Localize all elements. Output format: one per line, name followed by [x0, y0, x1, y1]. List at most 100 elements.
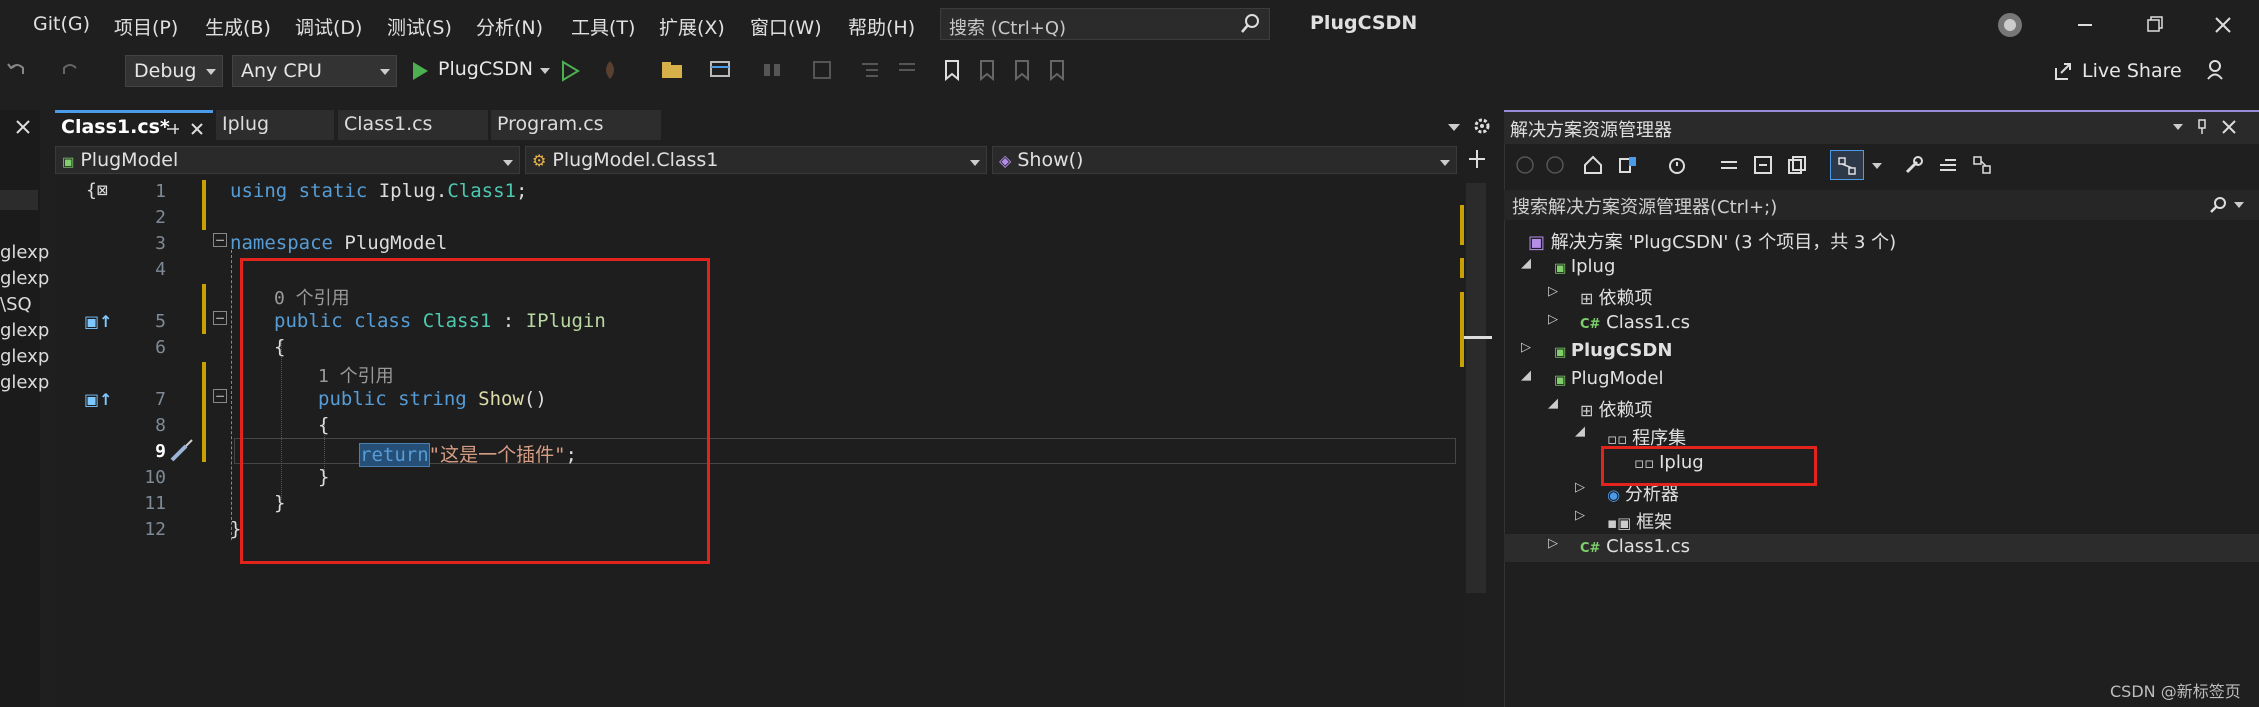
- menu-git[interactable]: Git(G): [33, 13, 90, 35]
- collapse-all-icon[interactable]: [1752, 154, 1774, 176]
- tree-file-class1[interactable]: C# Class1.cs: [1580, 536, 1690, 557]
- expanded-triangle-icon[interactable]: ◢: [1575, 424, 1585, 439]
- tree-project-plugmodel[interactable]: ▣ PlugModel: [1554, 368, 1664, 389]
- run-dropdown-icon[interactable]: [540, 68, 550, 74]
- prev-bookmark-icon[interactable]: [975, 58, 999, 82]
- menu-test[interactable]: 测试(S): [387, 13, 452, 40]
- tab-class1-cs[interactable]: Class1.cs: [338, 110, 488, 140]
- close-icon[interactable]: [14, 118, 32, 136]
- start-without-debug-icon[interactable]: [560, 60, 580, 82]
- class-diagram-icon[interactable]: [1971, 154, 1993, 176]
- feedback-icon[interactable]: [2205, 58, 2229, 82]
- menu-analyze[interactable]: 分析(N): [476, 13, 543, 40]
- menu-extensions[interactable]: 扩展(X): [659, 13, 725, 40]
- collapse-icon[interactable]: −: [213, 233, 227, 248]
- expanded-triangle-icon[interactable]: ◢: [1521, 256, 1531, 271]
- gear-icon[interactable]: [1472, 116, 1492, 136]
- left-panel-item[interactable]: glexp: [0, 372, 49, 393]
- hot-reload-icon[interactable]: [598, 58, 622, 82]
- account-avatar-icon[interactable]: [1995, 10, 2025, 40]
- uncomment-icon[interactable]: [895, 58, 919, 82]
- left-panel-item[interactable]: glexp: [0, 242, 49, 263]
- menu-help[interactable]: 帮助(H): [848, 13, 915, 40]
- close-tab-icon[interactable]: [189, 121, 205, 137]
- tab-label: Class1.cs: [344, 113, 433, 135]
- pin-icon[interactable]: [165, 121, 181, 137]
- preview-icon[interactable]: [1937, 154, 1959, 176]
- split-editor-icon[interactable]: [1466, 148, 1488, 170]
- home-icon[interactable]: [1582, 154, 1604, 176]
- close-panel-icon[interactable]: [2220, 118, 2238, 136]
- folder-icon[interactable]: [660, 58, 684, 82]
- expanded-triangle-icon[interactable]: ◢: [1521, 368, 1531, 383]
- chevron-down-icon[interactable]: [1872, 163, 1882, 169]
- menu-build[interactable]: 生成(B): [205, 13, 271, 40]
- back-icon[interactable]: [1515, 155, 1535, 175]
- comment-icon[interactable]: [858, 58, 882, 82]
- global-search-box[interactable]: 搜索 (Ctrl+Q): [940, 8, 1270, 40]
- tree-project-plugcsdn[interactable]: ▣ PlugCSDN: [1554, 340, 1672, 361]
- editor-vertical-scrollbar[interactable]: [1466, 183, 1486, 593]
- run-target-label[interactable]: PlugCSDN: [438, 58, 533, 80]
- pin-icon[interactable]: [2194, 118, 2210, 136]
- menu-window[interactable]: 窗口(W): [750, 13, 822, 40]
- collapse-icon[interactable]: −: [213, 311, 227, 326]
- solution-search-box[interactable]: 搜索解决方案资源管理器(Ctrl+;): [1504, 190, 2259, 220]
- switch-views-icon[interactable]: [1617, 154, 1639, 176]
- quick-action-screwdriver-icon[interactable]: [168, 438, 196, 464]
- menu-project[interactable]: 项目(P): [114, 13, 178, 40]
- tree-file-class1[interactable]: C# Class1.cs: [1580, 312, 1690, 333]
- redo-icon[interactable]: [58, 58, 82, 82]
- minimize-icon[interactable]: [2070, 10, 2100, 40]
- bookmark-icon[interactable]: [940, 58, 964, 82]
- collapsed-triangle-icon[interactable]: ▷: [1548, 312, 1558, 327]
- member-navigation-dropdown[interactable]: ◈ Show(): [992, 146, 1457, 174]
- platform-select[interactable]: Any CPU: [232, 55, 397, 87]
- panel-menu-icon[interactable]: [2173, 124, 2183, 130]
- layout-icon[interactable]: [708, 58, 732, 82]
- chevron-down-icon[interactable]: [2234, 202, 2244, 208]
- align-icon[interactable]: [760, 58, 784, 82]
- collapsed-triangle-icon[interactable]: ▷: [1575, 480, 1585, 495]
- project-navigation-dropdown[interactable]: ▣ PlugModel: [55, 146, 520, 174]
- collapsed-triangle-icon[interactable]: ▷: [1521, 340, 1531, 355]
- left-panel-item[interactable]: \SQ: [0, 294, 32, 315]
- undo-icon[interactable]: [5, 58, 29, 82]
- next-bookmark-icon[interactable]: [1010, 58, 1034, 82]
- left-panel-item[interactable]: glexp: [0, 268, 49, 289]
- code-map-icon[interactable]: {⊠: [86, 180, 108, 201]
- forward-icon[interactable]: [1545, 155, 1565, 175]
- collapsed-triangle-icon[interactable]: ▷: [1548, 284, 1558, 299]
- tab-program-cs[interactable]: Program.cs: [491, 110, 661, 140]
- properties-wrench-icon[interactable]: [1903, 154, 1925, 176]
- tree-frameworks[interactable]: ▪▣ 框架: [1607, 508, 1672, 534]
- left-panel-item[interactable]: glexp: [0, 346, 49, 367]
- close-window-icon[interactable]: [2208, 10, 2238, 40]
- collapsed-triangle-icon[interactable]: ▷: [1575, 508, 1585, 523]
- tree-dependencies[interactable]: ⊞ 依赖项: [1580, 284, 1653, 310]
- pending-changes-icon[interactable]: [1666, 154, 1688, 176]
- expanded-triangle-icon[interactable]: ◢: [1548, 396, 1558, 411]
- clear-bookmarks-icon[interactable]: [1045, 58, 1069, 82]
- distribute-icon[interactable]: [810, 58, 834, 82]
- live-share-icon[interactable]: [2052, 60, 2074, 82]
- tab-overflow-icon[interactable]: [1448, 124, 1460, 131]
- menu-tools[interactable]: 工具(T): [571, 13, 635, 40]
- tree-dependencies[interactable]: ⊞ 依赖项: [1580, 396, 1653, 422]
- menu-debug[interactable]: 调试(D): [295, 13, 362, 40]
- collapsed-triangle-icon[interactable]: ▷: [1548, 536, 1558, 551]
- tree-solution-node[interactable]: ▣ 解决方案 'PlugCSDN' (3 个项目，共 3 个): [1528, 228, 1896, 254]
- tab-class1-cs-modified[interactable]: Class1.cs*: [55, 110, 213, 140]
- show-all-files-icon[interactable]: [1786, 154, 1808, 176]
- type-navigation-dropdown[interactable]: ⚙ PlugModel.Class1: [525, 146, 987, 174]
- restore-icon[interactable]: [2140, 10, 2170, 40]
- live-share-button[interactable]: Live Share: [2082, 60, 2182, 82]
- left-panel-item[interactable]: glexp: [0, 320, 49, 341]
- config-select[interactable]: Debug: [125, 55, 223, 87]
- sync-icon[interactable]: [1718, 154, 1740, 176]
- collapse-icon[interactable]: −: [213, 389, 227, 404]
- tab-iplug[interactable]: Iplug: [216, 110, 334, 140]
- solution-explorer-title: 解决方案资源管理器: [1510, 120, 1672, 141]
- play-icon[interactable]: [410, 60, 430, 82]
- tree-project-iplug[interactable]: ▣ Iplug: [1554, 256, 1615, 277]
